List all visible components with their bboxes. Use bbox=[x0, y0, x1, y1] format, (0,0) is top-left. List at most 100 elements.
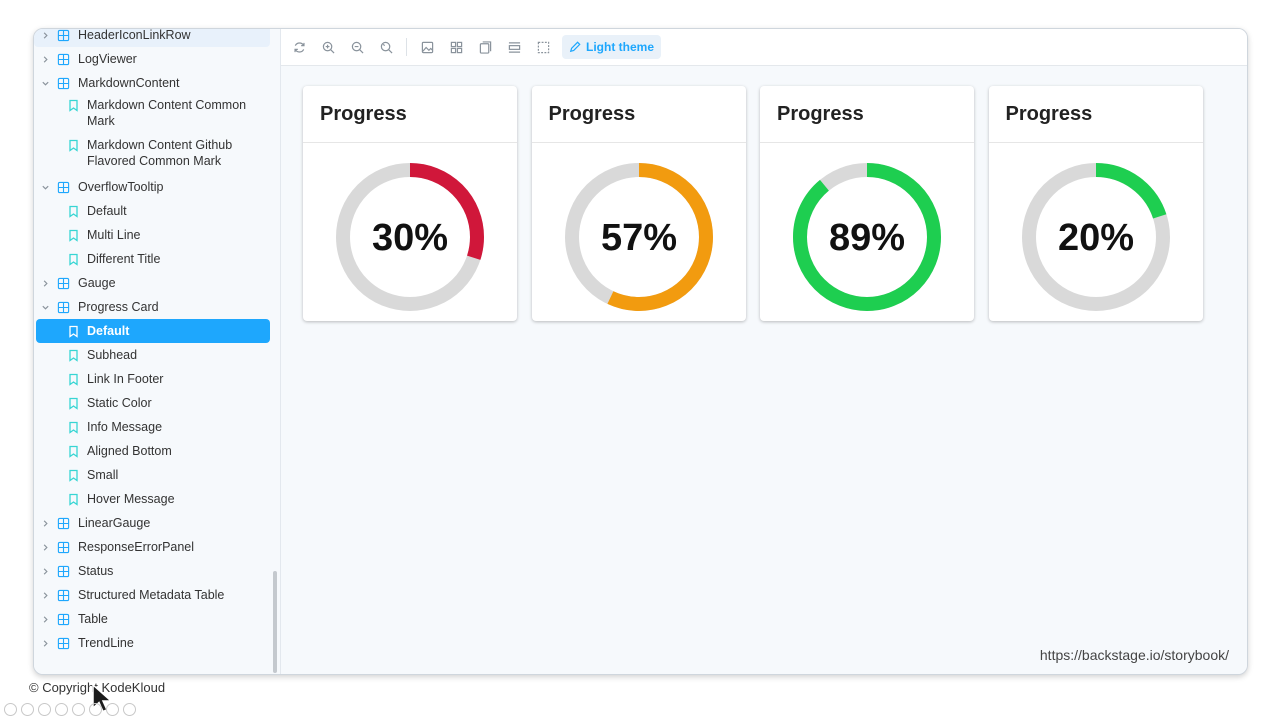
tool-copy-icon[interactable] bbox=[55, 703, 68, 716]
sidebar-item-label: Different Title bbox=[87, 252, 161, 266]
storybook-url: https://backstage.io/storybook/ bbox=[1039, 647, 1229, 663]
tool-more-icon[interactable] bbox=[123, 703, 136, 716]
sidebar-story-info-message[interactable]: Info Message bbox=[34, 415, 280, 439]
grid-button[interactable] bbox=[445, 36, 467, 58]
sidebar-item-label: Markdown Content Github Flavored Common … bbox=[87, 138, 233, 168]
sidebar-group-progress-card[interactable]: Progress Card bbox=[34, 295, 280, 319]
gauge-percent-label: 57% bbox=[600, 217, 676, 259]
bookmark-icon bbox=[68, 397, 79, 410]
tool-circle-icon[interactable] bbox=[21, 703, 34, 716]
sidebar-story-different-title[interactable]: Different Title bbox=[34, 247, 280, 271]
component-icon bbox=[57, 565, 70, 578]
annotation-toolstrip bbox=[4, 703, 136, 716]
sidebar-group-logviewer[interactable]: LogViewer bbox=[34, 47, 280, 71]
chevron-down-icon bbox=[40, 78, 51, 89]
reset-zoom-button[interactable] bbox=[375, 36, 397, 58]
bookmark-icon bbox=[68, 373, 79, 386]
reload-button[interactable] bbox=[288, 36, 310, 58]
sidebar-item-label: HeaderIconLinkRow bbox=[78, 29, 191, 42]
progress-gauge: 89% bbox=[793, 163, 941, 311]
zoom-in-button[interactable] bbox=[317, 36, 339, 58]
sidebar-item-label: ResponseErrorPanel bbox=[78, 540, 195, 554]
sidebar-story-static-color[interactable]: Static Color bbox=[34, 391, 280, 415]
tool-circle-icon[interactable] bbox=[4, 703, 17, 716]
viewport-button[interactable] bbox=[474, 36, 496, 58]
viewport-icon bbox=[479, 40, 491, 54]
sidebar-group-headericonlinkrow[interactable]: HeaderIconLinkRow bbox=[34, 29, 270, 47]
chevron-right-icon bbox=[40, 614, 51, 625]
sidebar-item-label: Small bbox=[87, 468, 119, 482]
sidebar-group-trendline[interactable]: TrendLine bbox=[34, 631, 280, 655]
bookmark-icon bbox=[68, 139, 79, 152]
measure-icon bbox=[508, 41, 520, 53]
theme-toggle-button[interactable]: Light theme bbox=[562, 35, 661, 59]
sidebar-item-label: MarkdownContent bbox=[78, 76, 180, 90]
zoom-out-button[interactable] bbox=[346, 36, 368, 58]
sidebar-item-label: Aligned Bottom bbox=[87, 444, 172, 458]
sidebar-story-default[interactable]: Default bbox=[36, 319, 270, 343]
chevron-right-icon bbox=[40, 638, 51, 649]
sidebar-story-aligned-bottom[interactable]: Aligned Bottom bbox=[34, 439, 280, 463]
toolbar-divider bbox=[406, 38, 407, 56]
background-button[interactable] bbox=[416, 36, 438, 58]
component-icon bbox=[57, 29, 70, 42]
sidebar-item-label: Default bbox=[87, 204, 127, 218]
sidebar-group-structured-metadata-table[interactable]: Structured Metadata Table bbox=[34, 583, 280, 607]
gauge-percent-label: 20% bbox=[1057, 217, 1133, 259]
sidebar-group-responseerrorpanel[interactable]: ResponseErrorPanel bbox=[34, 535, 280, 559]
sidebar-item-label: Link In Footer bbox=[87, 372, 164, 386]
sidebar-story-link-in-footer[interactable]: Link In Footer bbox=[34, 367, 280, 391]
sidebar-group-lineargauge[interactable]: LinearGauge bbox=[34, 511, 280, 535]
card-title: Progress bbox=[320, 102, 407, 125]
component-icon bbox=[57, 301, 70, 314]
card-header: Progress bbox=[760, 86, 974, 143]
component-icon bbox=[57, 53, 70, 66]
sidebar-item-label: Markdown Content Common Mark bbox=[87, 98, 247, 128]
progress-gauge: 20% bbox=[1021, 163, 1170, 311]
sidebar-item-label: Info Message bbox=[87, 420, 163, 434]
tool-pen-icon[interactable] bbox=[38, 703, 51, 716]
sidebar-story-small[interactable]: Small bbox=[34, 463, 280, 487]
sidebar-group-table[interactable]: Table bbox=[34, 607, 280, 631]
bookmark-icon bbox=[68, 325, 79, 338]
sidebar-item-label: Hover Message bbox=[87, 492, 175, 506]
sidebar-story-subhead[interactable]: Subhead bbox=[34, 343, 280, 367]
chevron-down-icon bbox=[40, 302, 51, 313]
pencil-icon bbox=[569, 41, 581, 53]
story-tree: HeaderIconLinkRow LogViewer MarkdownConten… bbox=[34, 29, 280, 655]
tool-shape-icon[interactable] bbox=[72, 703, 85, 716]
sidebar-scrollbar[interactable] bbox=[273, 571, 277, 673]
background-icon bbox=[421, 41, 433, 53]
sidebar-group-status[interactable]: Status bbox=[34, 559, 280, 583]
zoom-out-icon bbox=[351, 41, 363, 53]
component-icon bbox=[57, 589, 70, 602]
chevron-right-icon bbox=[40, 590, 51, 601]
component-icon bbox=[57, 637, 70, 650]
sidebar-group-overflowtooltip[interactable]: OverflowTooltip bbox=[34, 175, 280, 199]
storybook-window: HeaderIconLinkRow LogViewer MarkdownConten… bbox=[33, 28, 1248, 675]
sidebar-item-label: Progress Card bbox=[78, 300, 159, 314]
grid-icon bbox=[450, 41, 462, 53]
chevron-right-icon bbox=[40, 278, 51, 289]
bookmark-icon bbox=[68, 469, 79, 482]
component-icon bbox=[57, 181, 70, 194]
sidebar-group-gauge[interactable]: Gauge bbox=[34, 271, 280, 295]
chevron-right-icon bbox=[40, 566, 51, 577]
sidebar-story-multi-line[interactable]: Multi Line bbox=[34, 223, 280, 247]
outline-icon bbox=[537, 41, 549, 53]
component-icon bbox=[57, 613, 70, 626]
bookmark-icon bbox=[68, 493, 79, 506]
reset-zoom-icon bbox=[380, 41, 392, 53]
tool-camera-icon[interactable] bbox=[106, 703, 119, 716]
chevron-right-icon bbox=[40, 542, 51, 553]
sidebar-story-hover-message[interactable]: Hover Message bbox=[34, 487, 280, 511]
reload-icon bbox=[293, 41, 305, 53]
sidebar-story-markdown-content-common-mark[interactable]: Markdown Content Common Mark bbox=[34, 95, 280, 135]
sidebar-story-markdown-content-github-flavored-common-mark[interactable]: Markdown Content Github Flavored Common … bbox=[34, 135, 280, 175]
outline-button[interactable] bbox=[532, 36, 554, 58]
tool-layers-icon[interactable] bbox=[89, 703, 102, 716]
sidebar-story-default[interactable]: Default bbox=[34, 199, 280, 223]
sidebar-item-label: Default bbox=[87, 324, 130, 338]
sidebar-group-markdowncontent[interactable]: MarkdownContent bbox=[34, 71, 280, 95]
measure-button[interactable] bbox=[503, 36, 525, 58]
